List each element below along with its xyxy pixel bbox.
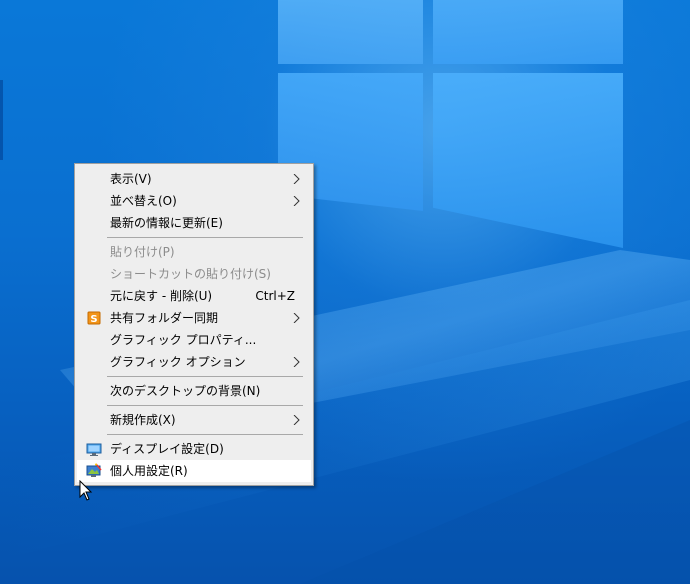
windows-logo-pane-bottom-right	[433, 73, 623, 248]
menu-item-label: 最新の情報に更新(E)	[110, 216, 223, 230]
menu-item-personalize[interactable]: 個人用設定(R)	[77, 460, 311, 482]
desktop-context-menu: 表示(V) 並べ替え(O) 最新の情報に更新(E) 貼り付け(P) ショートカッ…	[74, 163, 314, 486]
menu-item-label: 新規作成(X)	[110, 413, 176, 427]
sync-app-icon-glyph: S	[90, 314, 97, 325]
menu-item-label: ショートカットの貼り付け(S)	[110, 267, 271, 281]
sync-app-icon: S	[87, 311, 101, 325]
chevron-right-icon	[293, 174, 300, 184]
menu-item-refresh[interactable]: 最新の情報に更新(E)	[77, 212, 311, 234]
chevron-right-icon	[293, 313, 300, 323]
menu-item-next-desktop-background[interactable]: 次のデスクトップの背景(N)	[77, 380, 311, 402]
menu-item-graphics-properties[interactable]: グラフィック プロパティ...	[77, 329, 311, 351]
menu-item-label: 貼り付け(P)	[110, 245, 175, 259]
windows-logo-pane-top-right	[433, 0, 623, 64]
menu-item-undo-delete[interactable]: 元に戻す - 削除(U) Ctrl+Z	[77, 285, 311, 307]
chevron-right-icon	[293, 415, 300, 425]
window-edge	[0, 80, 3, 160]
menu-separator	[107, 405, 303, 406]
personalize-icon	[86, 463, 102, 477]
menu-item-paste-shortcut: ショートカットの貼り付け(S)	[77, 263, 311, 285]
menu-item-label: 元に戻す - 削除(U)	[110, 289, 213, 303]
menu-item-label: 表示(V)	[110, 172, 152, 186]
menu-item-display-settings[interactable]: ディスプレイ設定(D)	[77, 438, 311, 460]
windows-logo-pane-top-left	[278, 0, 423, 64]
menu-item-view[interactable]: 表示(V)	[77, 168, 311, 190]
menu-item-label: 個人用設定(R)	[110, 464, 188, 478]
chevron-right-icon	[293, 196, 300, 206]
menu-item-label: グラフィック プロパティ...	[110, 333, 257, 347]
menu-item-new[interactable]: 新規作成(X)	[77, 409, 311, 431]
menu-item-paste: 貼り付け(P)	[77, 241, 311, 263]
menu-item-shared-folder-sync[interactable]: S 共有フォルダー同期	[77, 307, 311, 329]
display-settings-icon	[86, 443, 102, 456]
menu-separator	[107, 434, 303, 435]
menu-item-label: グラフィック オプション	[110, 355, 246, 369]
menu-separator	[107, 376, 303, 377]
menu-item-label: 並べ替え(O)	[110, 194, 177, 208]
menu-item-graphics-options[interactable]: グラフィック オプション	[77, 351, 311, 373]
desktop[interactable]: 表示(V) 並べ替え(O) 最新の情報に更新(E) 貼り付け(P) ショートカッ…	[0, 0, 690, 584]
menu-separator	[107, 237, 303, 238]
menu-item-sort-by[interactable]: 並べ替え(O)	[77, 190, 311, 212]
menu-item-label: ディスプレイ設定(D)	[110, 442, 224, 456]
menu-item-label: 次のデスクトップの背景(N)	[110, 384, 261, 398]
chevron-right-icon	[293, 357, 300, 367]
menu-item-label: 共有フォルダー同期	[110, 311, 219, 325]
menu-item-shortcut: Ctrl+Z	[255, 289, 295, 303]
mouse-pointer-icon	[79, 480, 93, 501]
